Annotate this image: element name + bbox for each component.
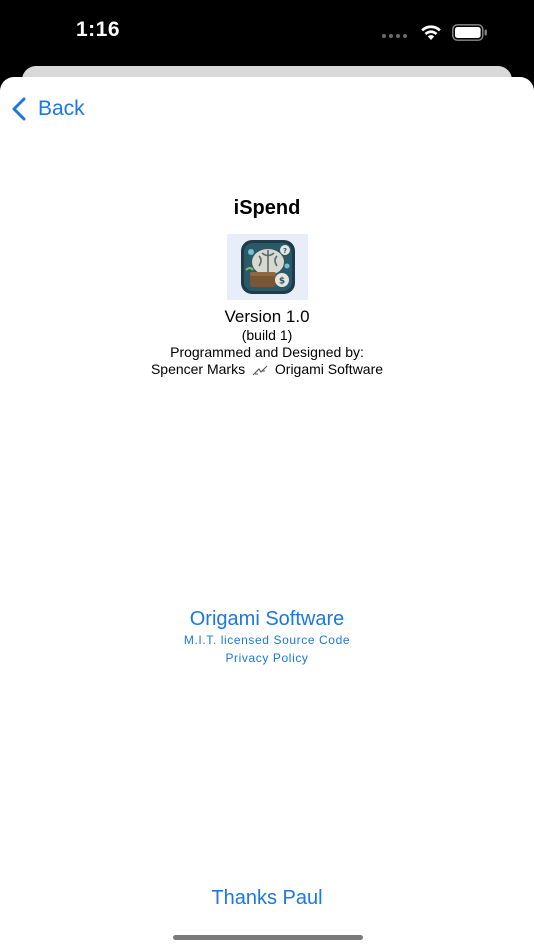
source-code-link[interactable]: M.I.T. licensed Source Code — [184, 633, 350, 647]
build-text: (build 1) — [241, 327, 293, 343]
credit-text: Programmed and Designed by: — [170, 344, 364, 360]
version-info: Version 1.0 (build 1) Programmed and Des… — [0, 307, 534, 378]
home-indicator[interactable] — [173, 935, 363, 940]
thanks-button[interactable]: Thanks Paul — [211, 887, 322, 909]
wifi-icon — [421, 25, 441, 40]
svg-text:$: $ — [278, 277, 284, 287]
author-name: Spencer Marks — [150, 361, 246, 377]
about-sheet: Back iSpend $ ? Version 1.0 (build 1) Pr… — [0, 77, 534, 950]
version-text: Version 1.0 — [224, 307, 310, 326]
chevron-left-icon — [12, 97, 26, 121]
about-screen: 1:16 Back iSpend $ ? Version 1.0 (build … — [0, 0, 534, 950]
app-title: iSpend — [233, 197, 301, 219]
battery-icon — [452, 24, 487, 41]
back-label: Back — [38, 97, 85, 120]
svg-text:?: ? — [282, 247, 286, 255]
status-time: 1:16 — [76, 18, 121, 41]
status-bar: 1:16 — [0, 0, 534, 64]
author-line: Spencer Marks Origami Software — [0, 361, 534, 378]
back-button[interactable]: Back — [10, 95, 85, 123]
app-logo-icon: $ ? — [227, 234, 308, 300]
signal-dots-icon — [382, 34, 407, 38]
crane-logo-icon — [252, 365, 268, 376]
company-name: Origami Software — [274, 361, 384, 377]
company-link[interactable]: Origami Software — [190, 607, 345, 631]
thanks-section: Thanks Paul — [0, 887, 534, 910]
links-section: Origami Software M.I.T. licensed Source … — [0, 607, 534, 667]
privacy-policy-link[interactable]: Privacy Policy — [225, 651, 308, 665]
